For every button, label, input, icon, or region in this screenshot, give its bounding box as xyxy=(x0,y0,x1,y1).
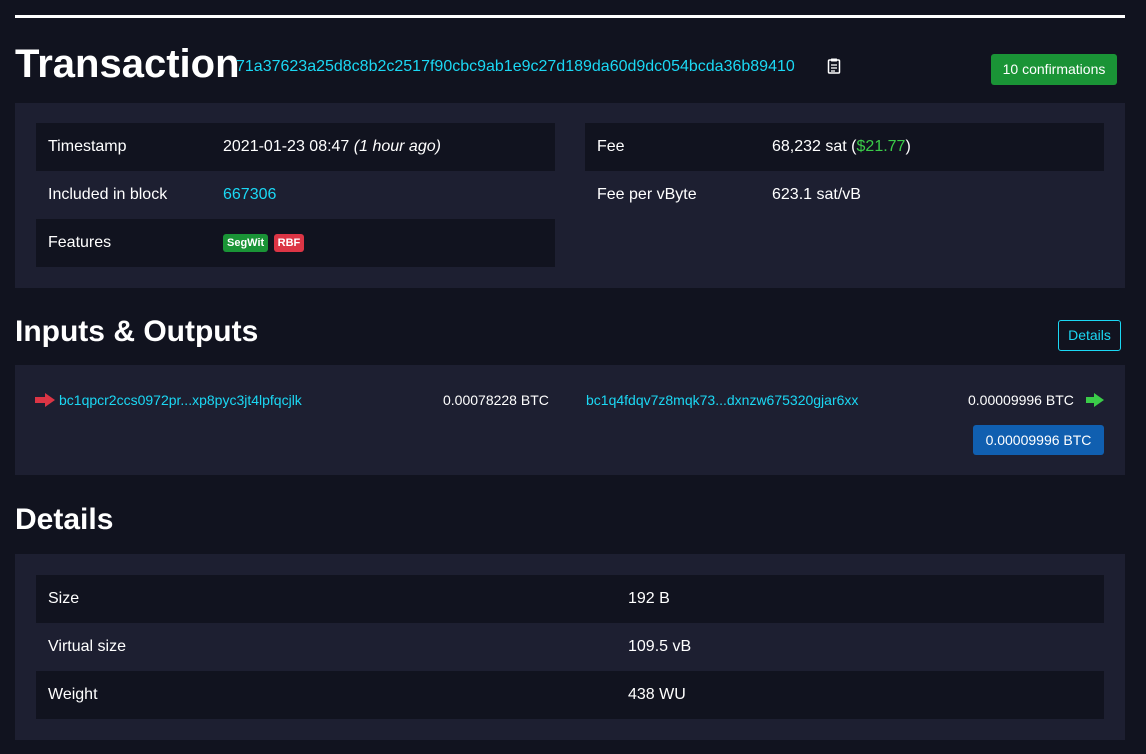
virtual-size-value: 109.5 vB xyxy=(628,638,692,655)
inputs-outputs-title: Inputs & Outputs xyxy=(15,315,259,348)
size-row: Size 192 B xyxy=(36,575,1104,623)
block-row: Included in block 667306 xyxy=(36,171,555,219)
txid-link[interactable]: 71a37623a25d8c8b2c2517f90cbc9ab1e9c27d18… xyxy=(236,57,795,77)
io-panel xyxy=(15,365,1125,475)
summary-panel: Timestamp 2021-01-23 08:47 (1 hour ago) … xyxy=(15,103,1125,288)
weight-value: 438 WU xyxy=(628,686,686,703)
total-output-badge[interactable]: 0.00009996 BTC xyxy=(973,425,1104,455)
segwit-badge[interactable]: SegWit xyxy=(223,233,269,252)
page-title: Transaction xyxy=(15,42,240,86)
details-toggle-button[interactable]: Details xyxy=(1058,320,1121,351)
details-panel: Size 192 B Virtual size 109.5 vB Weight … xyxy=(15,554,1125,740)
virtual-size-row: Virtual size 109.5 vB xyxy=(36,623,1104,671)
rbf-badge[interactable]: RBF xyxy=(273,233,305,252)
timestamp-relative: (1 hour ago) xyxy=(353,138,441,155)
details-title: Details xyxy=(15,503,114,536)
virtual-size-label: Virtual size xyxy=(48,638,126,655)
fee-rate-label: Fee per vByte xyxy=(597,186,697,203)
weight-row: Weight 438 WU xyxy=(36,671,1104,719)
output-address-link[interactable]: bc1q4fdqv7z8mqk73...dxnzw675320gjar6xx xyxy=(586,391,858,409)
fee-label: Fee xyxy=(597,138,625,155)
top-divider xyxy=(15,15,1125,18)
weight-label: Weight xyxy=(48,686,98,703)
fee-rate-value: 623.1 sat/vB xyxy=(772,186,861,203)
output-arrow-icon[interactable] xyxy=(1086,393,1104,412)
input-arrow-icon xyxy=(35,393,55,412)
output-amount: 0.00009996 BTC xyxy=(968,392,1074,408)
timestamp-row: Timestamp 2021-01-23 08:47 (1 hour ago) xyxy=(36,123,555,171)
features-row: Features SegWit RBF xyxy=(36,219,555,267)
timestamp-value: 2021-01-23 08:47 xyxy=(223,138,350,155)
block-label: Included in block xyxy=(48,186,168,203)
input-address-link[interactable]: bc1qpcr2ccs0972pr...xp8pyc3jt4lpfqcjlk xyxy=(59,391,302,409)
timestamp-label: Timestamp xyxy=(48,138,127,155)
fee-rate-row: Fee per vByte 623.1 sat/vB xyxy=(585,171,1104,219)
input-amount: 0.00078228 BTC xyxy=(443,392,549,408)
fee-fiat-value: $21.77 xyxy=(856,138,906,155)
block-height-link[interactable]: 667306 xyxy=(223,171,276,219)
size-value: 192 B xyxy=(628,590,670,607)
fee-row: Fee 68,232 sat ($21.77) xyxy=(585,123,1104,171)
clipboard-icon[interactable] xyxy=(827,57,841,75)
features-label: Features xyxy=(48,234,112,251)
confirmations-badge: 10 confirmations xyxy=(991,54,1117,85)
size-label: Size xyxy=(48,590,80,607)
fee-value: 68,232 sat xyxy=(772,138,847,155)
